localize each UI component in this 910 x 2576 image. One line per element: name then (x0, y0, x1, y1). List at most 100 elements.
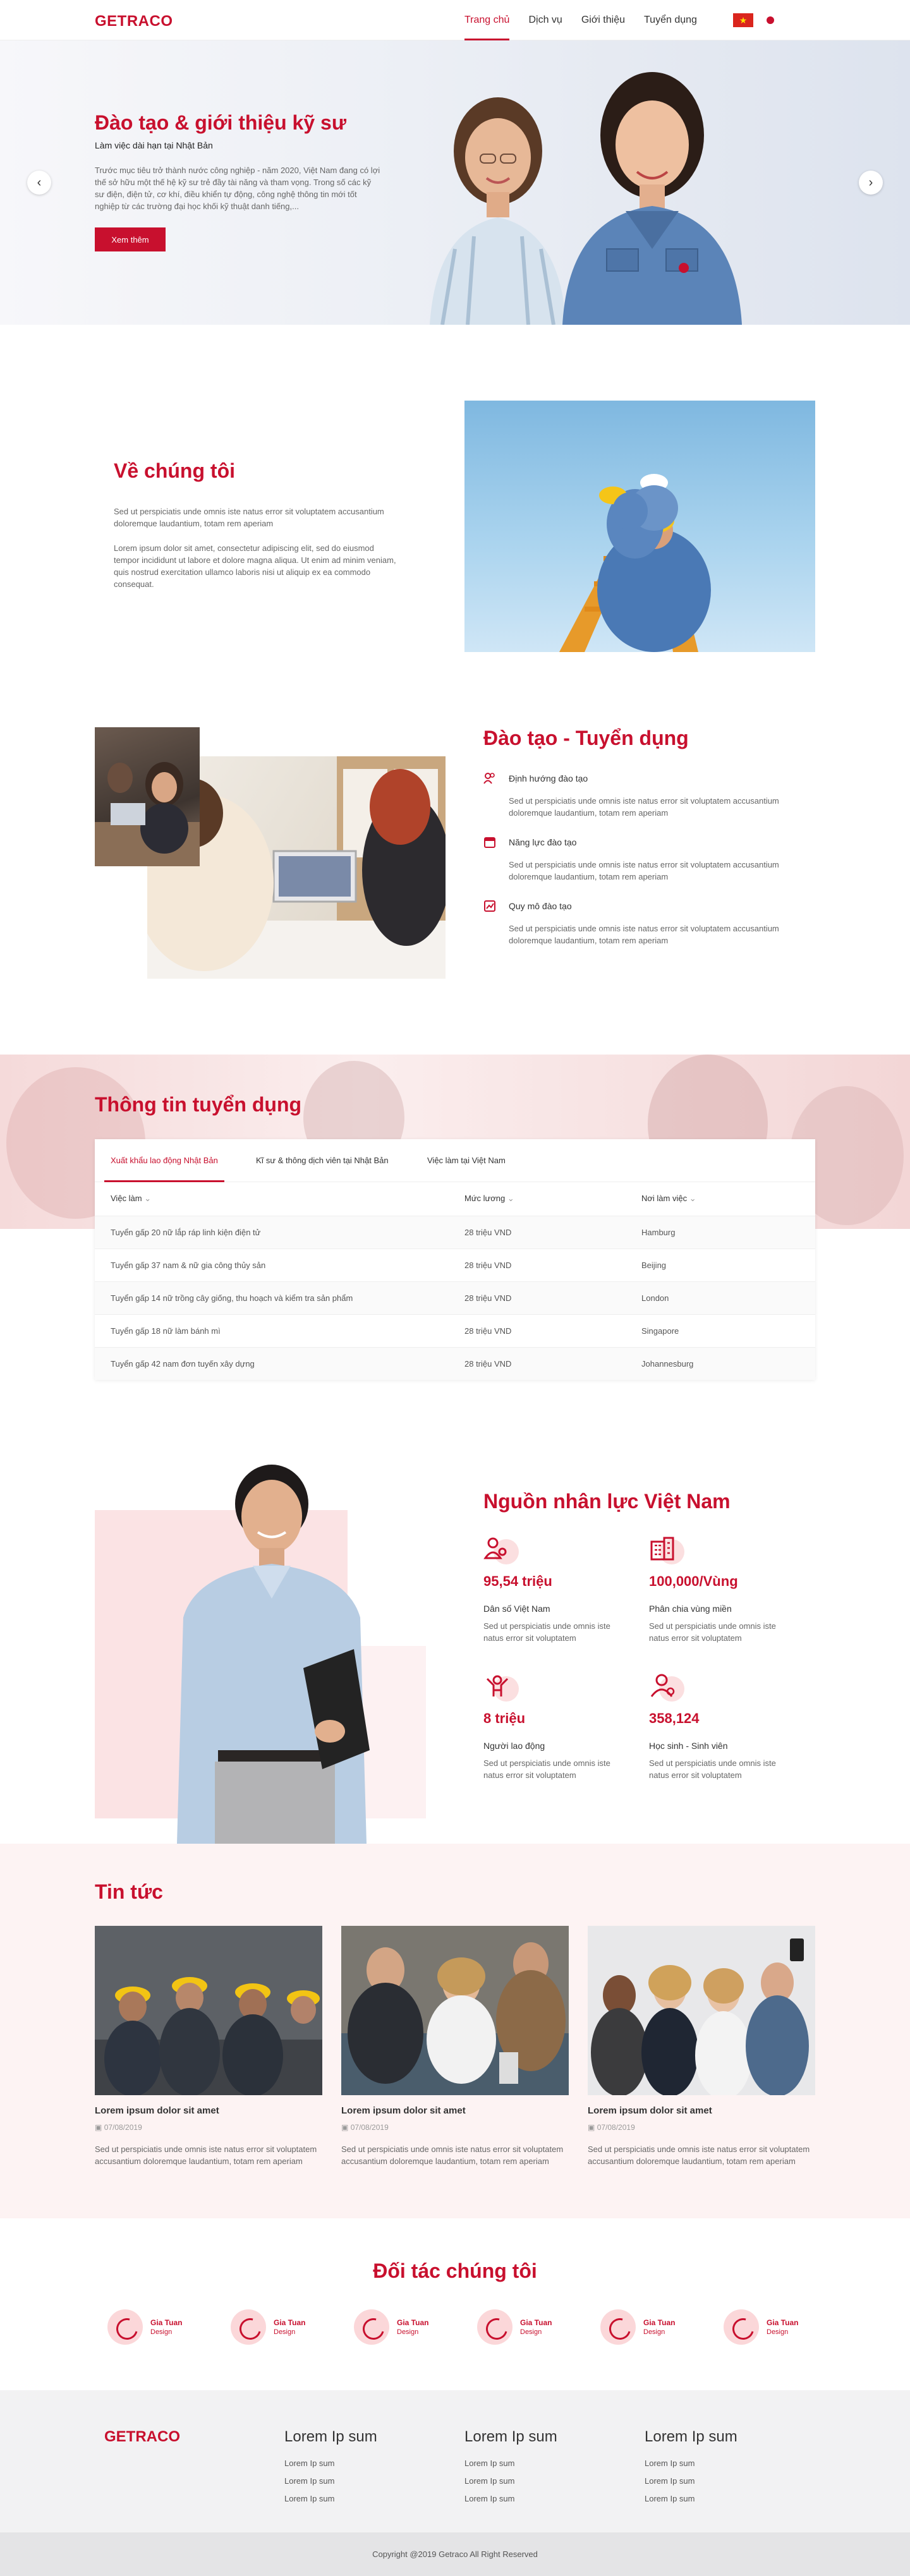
location-cell: Hamburg (641, 1228, 676, 1237)
table-row[interactable]: Tuyển gấp 20 nữ lắp ráp linh kiện điện t… (95, 1216, 815, 1249)
footer-link[interactable]: Lorem Ip sum (645, 2490, 796, 2508)
nav-about[interactable]: Giới thiệu (581, 0, 625, 40)
partner-sub: Design (520, 2328, 542, 2336)
stat-desc: Sed ut perspiciatis unde omnis iste natu… (649, 1621, 776, 1643)
news-desc: Sed ut perspiciatis unde omnis iste natu… (95, 2144, 317, 2166)
training-photo-office (95, 727, 200, 866)
hero-more-button[interactable]: Xem thêm (95, 227, 166, 251)
column-header-location[interactable]: Nơi làm việc ⌄ (641, 1182, 696, 1215)
footer-link[interactable]: Lorem Ip sum (284, 2472, 436, 2490)
news-title-text[interactable]: Lorem ipsum dolor sit amet (95, 2105, 219, 2116)
news-desc: Sed ut perspiciatis unde omnis iste natu… (588, 2144, 810, 2166)
nav-home[interactable]: Trang chủ (464, 0, 510, 40)
partner-name: Gia Tuan (397, 2318, 429, 2327)
stat-label: Người lao động (483, 1741, 545, 1751)
tab-japan-labor[interactable]: Xuất khẩu lao động Nhật Bản (104, 1139, 224, 1182)
news-date-text: 07/08/2019 (350, 2123, 389, 2132)
footer-column-title: Lorem Ip sum (645, 2428, 737, 2445)
stat-label: Phân chia vùng miền (649, 1604, 732, 1614)
news-image[interactable] (588, 1926, 815, 2095)
logo[interactable]: GETRACO (95, 13, 173, 30)
news-date-text: 07/08/2019 (597, 2123, 635, 2132)
footer-link[interactable]: Lorem Ip sum (645, 2455, 796, 2472)
about-paragraph-1: Sed ut perspiciatis unde omnis iste natu… (114, 507, 384, 528)
stat-value: 358,124 (649, 1710, 700, 1726)
partner-logo[interactable]: Gia Tuan Design (711, 2309, 799, 2345)
training-title: Đào tạo - Tuyển dụng (483, 727, 689, 749)
partner-name: Gia Tuan (520, 2318, 552, 2327)
news-date: ▣ 07/08/2019 (588, 2123, 635, 2132)
prev-slide-arrow-icon[interactable]: ‹ (27, 171, 51, 195)
column-label: Nơi làm việc (641, 1194, 688, 1203)
footer-column: Lorem Ip sum Lorem Ip sum Lorem Ip sum L… (284, 2428, 436, 2508)
news-card[interactable]: Lorem ipsum dolor sit amet ▣ 07/08/2019 … (341, 1926, 569, 2166)
footer-link[interactable]: Lorem Ip sum (464, 2472, 616, 2490)
table-row[interactable]: Tuyển gấp 42 nam đơn tuyến xây dựng 28 t… (95, 1347, 815, 1380)
footer-link[interactable]: Lorem Ip sum (464, 2455, 616, 2472)
column-header-job[interactable]: Việc làm ⌄ (111, 1182, 151, 1215)
tab-vietnam-jobs[interactable]: Việc làm tại Việt Nam (427, 1139, 506, 1182)
stat-value: 8 triệu (483, 1710, 526, 1726)
language-dot-icon[interactable] (767, 16, 774, 24)
salary-cell: 28 triệu VND (464, 1293, 512, 1303)
news-card[interactable]: Lorem ipsum dolor sit amet ▣ 07/08/2019 … (588, 1926, 815, 2166)
stat-value: 95,54 triệu (483, 1573, 552, 1589)
footer-link[interactable]: Lorem Ip sum (284, 2455, 436, 2472)
news-title-text[interactable]: Lorem ipsum dolor sit amet (588, 2105, 712, 2116)
location-cell: Johannesburg (641, 1359, 694, 1369)
news-card[interactable]: Lorem ipsum dolor sit amet ▣ 07/08/2019 … (95, 1926, 322, 2166)
job-cell: Tuyển gấp 20 nữ lắp ráp linh kiện điện t… (111, 1228, 261, 1237)
stat-desc: Sed ut perspiciatis unde omnis iste natu… (649, 1758, 776, 1780)
footer-column: Lorem Ip sum Lorem Ip sum Lorem Ip sum L… (464, 2428, 616, 2508)
feature-desc: Sed ut perspiciatis unde omnis iste natu… (509, 924, 779, 945)
table-row[interactable]: Tuyển gấp 37 nam & nữ gia công thủy sản … (95, 1249, 815, 1281)
chart-icon (483, 900, 496, 912)
partner-sub: Design (643, 2328, 665, 2336)
footer-link[interactable]: Lorem Ip sum (645, 2472, 796, 2490)
column-label: Mức lương (464, 1194, 506, 1203)
partner-logo[interactable]: Gia Tuan Design (464, 2309, 553, 2345)
partner-logo[interactable]: Gia Tuan Design (95, 2309, 183, 2345)
partner-logo[interactable]: Gia Tuan Design (218, 2309, 306, 2345)
hero-title: Đào tạo & giới thiệu kỹ sư (95, 111, 346, 134)
footer-link[interactable]: Lorem Ip sum (284, 2490, 436, 2508)
feature-title: Quy mô đào tạo (509, 901, 572, 911)
calendar-icon: ▣ (588, 2123, 595, 2132)
footer-logo[interactable]: GETRACO (104, 2428, 180, 2446)
partner-logo[interactable]: Gia Tuan Design (588, 2309, 676, 2345)
nav-services[interactable]: Dịch vụ (528, 0, 562, 40)
about-photo-workers (464, 401, 815, 652)
worker-icon (483, 1672, 519, 1703)
partner-logo-icon (600, 2309, 636, 2345)
table-row[interactable]: Tuyển gấp 14 nữ trồng cây giống, thu hoạ… (95, 1281, 815, 1314)
news-title-text[interactable]: Lorem ipsum dolor sit amet (341, 2105, 466, 2116)
next-slide-arrow-icon[interactable]: › (859, 171, 883, 195)
main-nav: Trang chủ Dịch vụ Giới thiệu Tuyển dụng (464, 0, 697, 40)
partners-title: Đối tác chúng tôi (373, 2259, 537, 2282)
nav-recruitment[interactable]: Tuyển dụng (644, 0, 697, 40)
footer-column: Lorem Ip sum Lorem Ip sum Lorem Ip sum L… (645, 2428, 796, 2508)
partner-logo[interactable]: Gia Tuan Design (341, 2309, 430, 2345)
footer-link[interactable]: Lorem Ip sum (464, 2490, 616, 2508)
news-image[interactable] (95, 1926, 322, 2095)
stat-desc: Sed ut perspiciatis unde omnis iste natu… (483, 1621, 610, 1643)
job-cell: Tuyển gấp 37 nam & nữ gia công thủy sản (111, 1261, 266, 1270)
column-label: Việc làm (111, 1194, 142, 1203)
partner-logo-icon (477, 2309, 513, 2345)
vietnam-flag-icon[interactable]: ★ (733, 13, 753, 27)
column-header-salary[interactable]: Mức lương ⌄ (464, 1182, 514, 1215)
tab-japan-engineer[interactable]: Kĩ sư & thông dịch viên tại Nhật Bản (256, 1139, 389, 1182)
people-icon (483, 772, 496, 785)
about-title: Về chúng tôi (114, 459, 235, 482)
hero-photo (417, 40, 822, 325)
news-date-text: 07/08/2019 (104, 2123, 142, 2132)
job-cell: Tuyển gấp 14 nữ trồng cây giống, thu hoạ… (111, 1293, 353, 1303)
salary-cell: 28 triệu VND (464, 1261, 512, 1270)
jobs-table-card: Xuất khẩu lao động Nhật Bản Kĩ sư & thôn… (95, 1139, 815, 1380)
feature-desc: Sed ut perspiciatis unde omnis iste natu… (509, 796, 779, 818)
jobs-title: Thông tin tuyển dụng (95, 1093, 302, 1116)
news-image[interactable] (341, 1926, 569, 2095)
partner-logo-icon (724, 2309, 759, 2345)
table-row[interactable]: Tuyển gấp 18 nữ làm bánh mì 28 triệu VND… (95, 1314, 815, 1347)
about-paragraph-2: Lorem ipsum dolor sit amet, consectetur … (114, 543, 396, 589)
